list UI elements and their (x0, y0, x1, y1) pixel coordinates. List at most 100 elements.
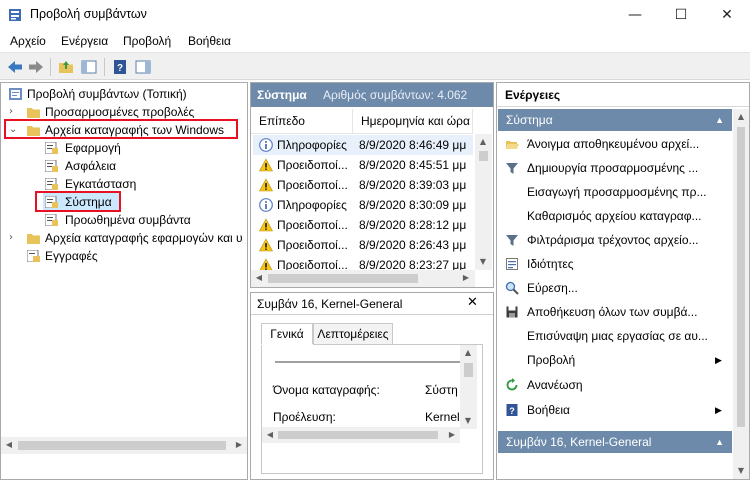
scroll-thumb[interactable] (479, 151, 488, 161)
scroll-thumb[interactable] (737, 127, 745, 427)
event-date: 8/9/2020 8:46:49 μμ (359, 138, 467, 152)
action-item[interactable]: Δημιουργία προσαρμοσμένης ... (505, 157, 727, 179)
close-button[interactable]: ✕ (704, 0, 750, 30)
menu-action[interactable]: Ενέργεια (61, 34, 108, 48)
event-date: 8/9/2020 8:45:51 μμ (359, 158, 467, 172)
tree-item-root[interactable]: Προβολή συμβάντων (Τοπική) (5, 85, 245, 103)
tree-item-application[interactable]: Εφαρμογή (5, 139, 245, 157)
menu-view[interactable]: Προβολή (123, 34, 171, 48)
maximize-button[interactable]: ☐ (658, 0, 704, 30)
scroll-right-arrow[interactable]: ▶ (458, 270, 474, 286)
help-toolbar-icon[interactable]: ? (111, 58, 129, 76)
table-row[interactable]: Προειδοποί... 8/9/2020 8:45:51 μμ (253, 155, 473, 175)
filter-icon (506, 235, 518, 246)
action-label: Βοήθεια (527, 403, 570, 417)
scroll-up-arrow[interactable]: ▲ (475, 134, 491, 150)
scroll-left-arrow[interactable]: ◀ (262, 427, 278, 443)
menu-bar: Αρχείο Ενέργεια Προβολή Βοήθεια (0, 30, 750, 52)
svg-text:?: ? (509, 406, 515, 416)
log-file-icon (45, 160, 58, 172)
event-level: Πληροφορίες (277, 198, 347, 212)
action-item[interactable]: ? Βοήθεια ▶ (505, 399, 727, 421)
forward-arrow-icon[interactable] (27, 58, 45, 76)
toolbar: ? (0, 52, 750, 80)
column-header-level[interactable]: Επίπεδο (251, 109, 353, 133)
event-date: 8/9/2020 8:30:09 μμ (359, 198, 467, 212)
action-label: Εισαγωγή προσαρμοσμένης πρ... (527, 185, 707, 199)
action-item[interactable]: Εισαγωγή προσαρμοσμένης πρ... (505, 181, 727, 203)
scroll-down-arrow[interactable]: ▼ (460, 413, 476, 429)
event-detail-pane: Συμβάν 16, Kernel-General ✕ Γενικά Λεπτο… (250, 292, 494, 480)
field-value-source: Kernel- (425, 410, 464, 424)
action-item[interactable]: Επισύναψη μιας εργασίας σε αυ... (505, 325, 727, 347)
action-item[interactable]: Αποθήκευση όλων των συμβά... (505, 301, 727, 323)
scroll-thumb[interactable] (268, 274, 418, 283)
scroll-down-arrow[interactable]: ▼ (733, 463, 749, 479)
scroll-left-arrow[interactable]: ◀ (1, 437, 17, 453)
folder-up-icon[interactable] (57, 58, 75, 76)
table-row[interactable]: Προειδοποί... 8/9/2020 8:26:43 μμ (253, 235, 473, 255)
events-vertical-scrollbar[interactable]: ▲ ▼ (475, 134, 492, 270)
help-icon: ? (506, 404, 518, 416)
action-label: Αποθήκευση όλων των συμβά... (527, 305, 698, 319)
action-item[interactable]: Ανανέωση (505, 374, 727, 396)
detail-horizontal-scrollbar[interactable]: ◀ ▶ (262, 427, 460, 443)
refresh-icon (506, 378, 518, 391)
detail-vertical-scrollbar[interactable]: ▲ ▼ (460, 345, 477, 429)
tree-item-subscriptions[interactable]: Εγγραφές (5, 247, 245, 265)
minimize-button[interactable]: — (612, 0, 658, 30)
tree-item-security[interactable]: Ασφάλεια (5, 157, 245, 175)
chevron-right-icon[interactable]: › (9, 229, 19, 247)
table-row[interactable]: Προειδοποί... 8/9/2020 8:28:12 μμ (253, 215, 473, 235)
action-item[interactable]: Φιλτράρισμα τρέχοντος αρχείο... (505, 229, 727, 251)
scroll-thumb[interactable] (18, 441, 226, 450)
filter-icon (506, 163, 518, 174)
column-header-date[interactable]: Ημερομηνία και ώρα (353, 109, 473, 133)
collapse-arrow-icon[interactable]: ▲ (715, 109, 724, 131)
table-row[interactable]: Πληροφορίες 8/9/2020 8:46:49 μμ (253, 135, 473, 155)
scroll-up-arrow[interactable]: ▲ (460, 345, 476, 361)
scroll-right-arrow[interactable]: ▶ (444, 427, 460, 443)
scroll-thumb[interactable] (278, 431, 438, 439)
scroll-down-arrow[interactable]: ▼ (475, 254, 491, 270)
action-item[interactable]: Προβολή ▶ (505, 349, 727, 371)
event-level: Προειδοποί... (277, 178, 348, 192)
actions-vertical-scrollbar[interactable]: ▲ ▼ (733, 109, 749, 479)
events-horizontal-scrollbar[interactable]: ◀ ▶ (251, 270, 475, 287)
scroll-thumb[interactable] (464, 363, 473, 377)
table-row[interactable]: Πληροφορίες 8/9/2020 8:30:09 μμ (253, 195, 473, 215)
actions-section-system[interactable]: Σύστημα ▲ (498, 109, 732, 131)
menu-file[interactable]: Αρχείο (10, 34, 46, 48)
action-item[interactable]: Άνοιγμα αποθηκευμένου αρχεί... (505, 133, 727, 155)
tree-item-apps-services-logs[interactable]: › Αρχεία καταγραφής εφαρμογών και υ (5, 229, 245, 247)
scroll-right-arrow[interactable]: ▶ (231, 437, 247, 453)
menu-help[interactable]: Βοήθεια (188, 34, 231, 48)
submenu-arrow-icon: ▶ (715, 405, 722, 415)
event-viewer-app-icon (9, 9, 21, 21)
action-label: Δημιουργία προσαρμοσμένης ... (527, 161, 699, 175)
show-hide-action-pane-icon[interactable] (134, 58, 152, 76)
detail-title: Συμβάν 16, Kernel-General (257, 297, 403, 311)
show-hide-tree-icon[interactable] (80, 58, 98, 76)
back-arrow-icon[interactable] (6, 58, 24, 76)
table-row[interactable]: Προειδοποί... 8/9/2020 8:39:03 μμ (253, 175, 473, 195)
actions-section-event[interactable]: Συμβάν 16, Kernel-General ▲ (498, 431, 732, 453)
close-detail-icon[interactable]: ✕ (467, 295, 478, 310)
tab-general[interactable]: Γενικά (261, 323, 313, 345)
title-bar: Προβολή συμβάντων — ☐ ✕ (0, 0, 750, 30)
warning-icon (259, 178, 273, 192)
tab-details[interactable]: Λεπτομέρειες (313, 323, 393, 345)
action-item[interactable]: Καθαρισμός αρχείου καταγραφ... (505, 205, 727, 227)
warning-icon (259, 218, 273, 232)
log-file-icon (45, 142, 58, 154)
scroll-up-arrow[interactable]: ▲ (733, 109, 749, 125)
scroll-left-arrow[interactable]: ◀ (251, 270, 267, 286)
system-highlight (35, 191, 121, 212)
action-item[interactable]: Εύρεση... (505, 277, 727, 299)
action-item[interactable]: Ιδιότητες (505, 253, 727, 275)
event-viewer-icon (9, 88, 22, 100)
tree-item-forwarded-events[interactable]: Προωθημένα συμβάντα (5, 211, 245, 229)
collapse-arrow-icon[interactable]: ▲ (715, 431, 724, 453)
tree-horizontal-scrollbar[interactable]: ◀ ▶ (1, 437, 247, 454)
action-label: Εύρεση... (527, 281, 578, 295)
